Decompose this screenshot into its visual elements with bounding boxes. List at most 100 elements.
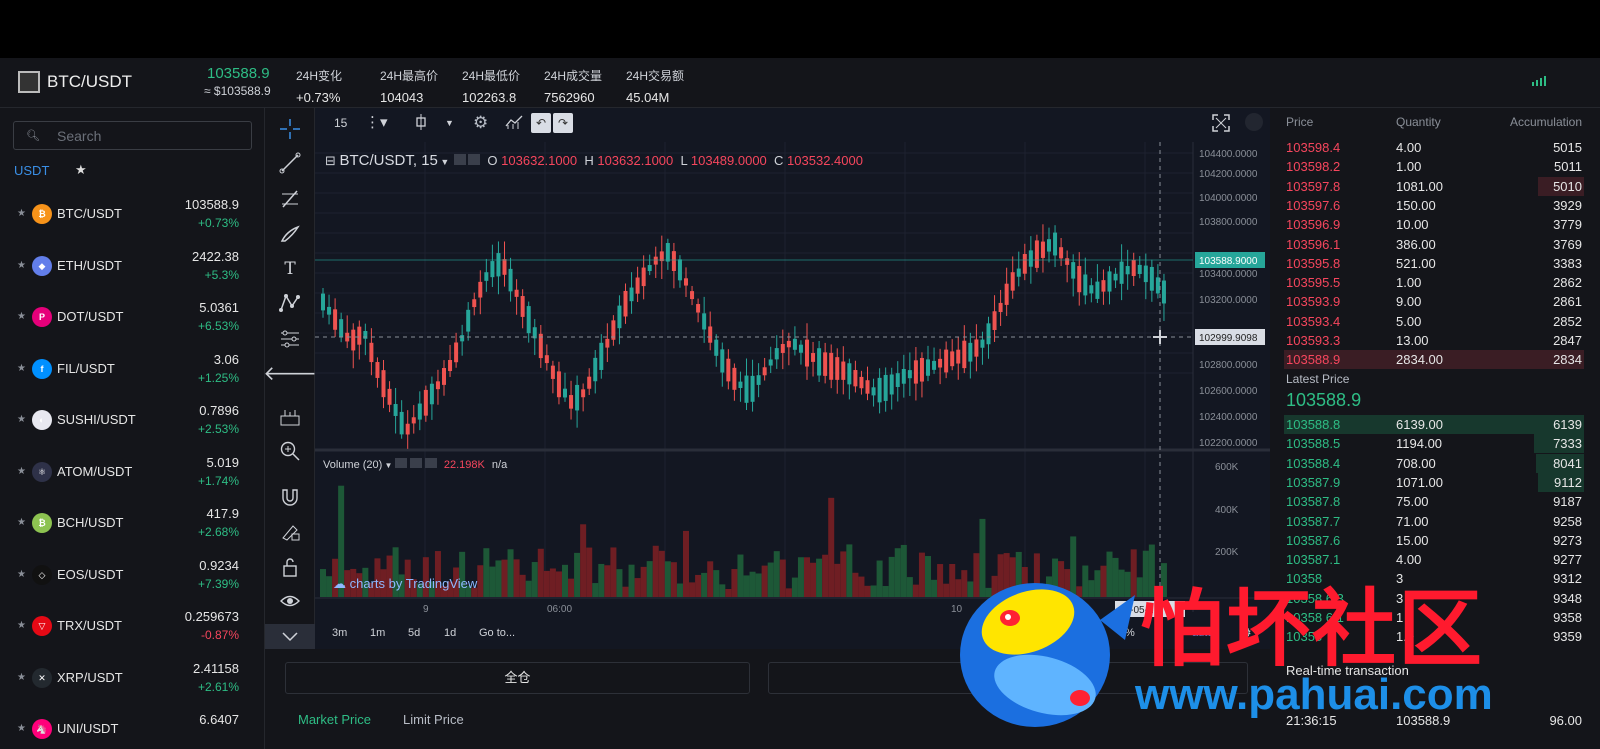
chevron-down-icon[interactable]: ▼ (445, 118, 454, 128)
favorite-star-icon[interactable]: ★ (17, 672, 26, 683)
bid-row[interactable]: 103588.8 6139.00 6139 (1270, 415, 1600, 434)
ask-row[interactable]: 103596.9 10.00 3779 (1270, 215, 1600, 234)
favorite-star-icon[interactable]: ★ (17, 414, 26, 425)
eye-icon[interactable] (277, 588, 303, 614)
bid-row[interactable]: 10358 1.0 9359 (1270, 627, 1600, 646)
indicators-icon[interactable] (505, 114, 523, 133)
bid-row[interactable]: 10358 6.3 3 9348 (1270, 589, 1600, 608)
volume-bar (326, 576, 333, 597)
candle-body (1071, 262, 1076, 279)
pattern-tool-icon[interactable] (277, 290, 303, 316)
coin-row[interactable]: ★ ✕ XRP/USDT 2.41158 +2.61% (0, 654, 264, 705)
coin-row[interactable]: ★ ▽ TRX/USDT 0.259673 -0.87% (0, 602, 264, 653)
coin-row[interactable]: ★ ◐ SUSHI/USDT 0.7896 +2.53% (0, 396, 264, 447)
undo-button[interactable]: ↶ (531, 113, 551, 133)
favorite-star-icon[interactable]: ★ (17, 363, 26, 374)
bid-price: 103587.1 (1286, 552, 1341, 568)
tab-usdt[interactable]: USDT (14, 163, 49, 178)
range-1m[interactable]: 1m (370, 627, 385, 639)
ask-row[interactable]: 103597.8 1081.00 5010 (1270, 176, 1600, 196)
bid-row[interactable]: 103587.6 15.00 9273 (1270, 531, 1600, 550)
bid-row[interactable]: 10358 6.1 1 9358 (1270, 608, 1600, 627)
chart-settings-gear-icon[interactable]: ⚙ (1240, 625, 1252, 641)
tab-limit-price[interactable]: Limit Price (403, 712, 464, 727)
favorite-star-icon[interactable]: ★ (17, 569, 26, 580)
candle-type-icon[interactable] (413, 113, 429, 134)
bid-row[interactable]: 103588.4 708.00 8041 (1270, 453, 1600, 473)
bid-row[interactable]: 103587.1 4.00 9277 (1270, 550, 1600, 569)
coin-row[interactable]: ★ ⚛ ATOM/USDT 5.019 +1.74% (0, 448, 264, 499)
candle-body (569, 395, 574, 409)
volume-bar (701, 572, 708, 597)
bid-qty: 1071.00 (1396, 474, 1443, 490)
ask-row[interactable]: 103596.1 386.00 3769 (1270, 235, 1600, 254)
text-tool-icon[interactable]: T (277, 256, 303, 282)
favorite-star-icon[interactable]: ★ (17, 517, 26, 528)
coin-row[interactable]: ★ 🦄 UNI/USDT 6.6407 (0, 705, 264, 749)
coin-row[interactable]: ★ ◆ ETH/USDT 2422.38 +5.3% (0, 242, 264, 293)
range-5d[interactable]: 5d (408, 627, 420, 639)
tab-favorites[interactable]: ★ (75, 162, 87, 178)
volume-bar (555, 571, 562, 597)
tradingview-credit[interactable]: ☁ charts by TradingView (333, 576, 477, 592)
bid-row[interactable]: 103587.8 75.00 9187 (1270, 492, 1600, 511)
crosshair-icon[interactable] (277, 116, 303, 142)
coin-row[interactable]: ★ f FIL/USDT 3.06 +1.25% (0, 345, 264, 396)
ask-row[interactable]: 103598.4 4.00 5015 (1270, 138, 1600, 157)
camera-icon[interactable] (1245, 113, 1263, 131)
collapse-icon[interactable]: ⊟ (325, 153, 340, 168)
auto-scale-toggle[interactable]: auto (1192, 627, 1213, 639)
bid-qty: 6139.00 (1396, 417, 1443, 432)
percent-toggle[interactable]: % (1125, 627, 1135, 639)
range-1d[interactable]: 1d (444, 627, 456, 639)
candle-body (926, 359, 930, 376)
coin-row[interactable]: ★ ◇ EOS/USDT 0.9234 +7.39% (0, 551, 264, 602)
zoom-in-icon[interactable] (277, 438, 303, 464)
pair-name[interactable]: BTC/USDT (47, 72, 132, 92)
unlock-icon[interactable] (277, 554, 303, 580)
coin-row[interactable]: ★ P DOT/USDT 5.0361 +6.53% (0, 293, 264, 344)
leverage-button[interactable] (768, 662, 1248, 694)
arrow-left-icon[interactable]: 🡐 (263, 360, 317, 386)
favorite-star-icon[interactable]: ★ (17, 723, 26, 734)
price-chart[interactable]: 15 ⋮▾ ▼ ⚙ ↶ ↷ 104400.0000 104200.0000 1040… (315, 108, 1270, 649)
interval-selector[interactable]: 15 (334, 116, 347, 130)
range-3m[interactable]: 3m (332, 627, 347, 639)
ask-row[interactable]: 103597.6 150.00 3929 (1270, 196, 1600, 215)
bid-row[interactable]: 103587.7 71.00 9258 (1270, 512, 1600, 531)
ask-row[interactable]: 103595.5 1.00 2862 (1270, 273, 1600, 292)
search-input[interactable]: 🔍︎ Search (13, 121, 252, 150)
ask-row[interactable]: 103598.2 1.00 5011 (1270, 157, 1600, 176)
coin-row[interactable]: ★ ₿ BCH/USDT 417.9 +2.68% (0, 499, 264, 550)
ask-row[interactable]: 103593.3 13.00 2847 (1270, 331, 1600, 350)
fullscreen-icon[interactable] (1212, 114, 1230, 135)
ask-row[interactable]: 103593.9 9.00 2861 (1270, 292, 1600, 311)
chevron-down-icon[interactable] (265, 624, 315, 650)
gear-icon[interactable]: ⚙ (473, 113, 488, 133)
favorite-star-icon[interactable]: ★ (17, 311, 26, 322)
redo-button[interactable]: ↷ (553, 113, 573, 133)
measure-tool-icon[interactable] (277, 326, 303, 352)
margin-mode-button[interactable]: 全仓 (285, 662, 750, 694)
ask-row[interactable]: 103595.8 521.00 3383 (1270, 254, 1600, 273)
fib-tool-icon[interactable] (277, 186, 303, 212)
magnet-icon[interactable] (277, 484, 303, 510)
ask-row[interactable]: 103588.9 2834.00 2834 (1270, 350, 1600, 370)
brush-icon[interactable] (277, 221, 303, 247)
favorite-star-icon[interactable]: ★ (17, 208, 26, 219)
more-menu-icon[interactable]: ⋮▾ (365, 113, 388, 131)
favorite-star-icon[interactable]: ★ (17, 620, 26, 631)
coin-row[interactable]: ★ ₿ BTC/USDT 103588.9 +0.73% (0, 190, 264, 241)
bid-row[interactable]: 10358 3 9312 (1270, 569, 1600, 588)
favorite-star-icon[interactable]: ★ (17, 466, 26, 477)
timezone-label[interactable]: UTC (1060, 627, 1083, 639)
lock-drawing-icon[interactable] (277, 518, 303, 544)
ruler-icon[interactable] (277, 404, 303, 430)
bid-row[interactable]: 103587.9 1071.00 9112 (1270, 472, 1600, 492)
trend-line-icon[interactable] (277, 150, 303, 176)
bid-row[interactable]: 103588.5 1194.00 7333 (1270, 434, 1600, 454)
tab-market-price[interactable]: Market Price (298, 712, 371, 727)
ask-row[interactable]: 103593.4 5.00 2852 (1270, 312, 1600, 331)
goto-date[interactable]: Go to... (479, 627, 515, 639)
favorite-star-icon[interactable]: ★ (17, 260, 26, 271)
